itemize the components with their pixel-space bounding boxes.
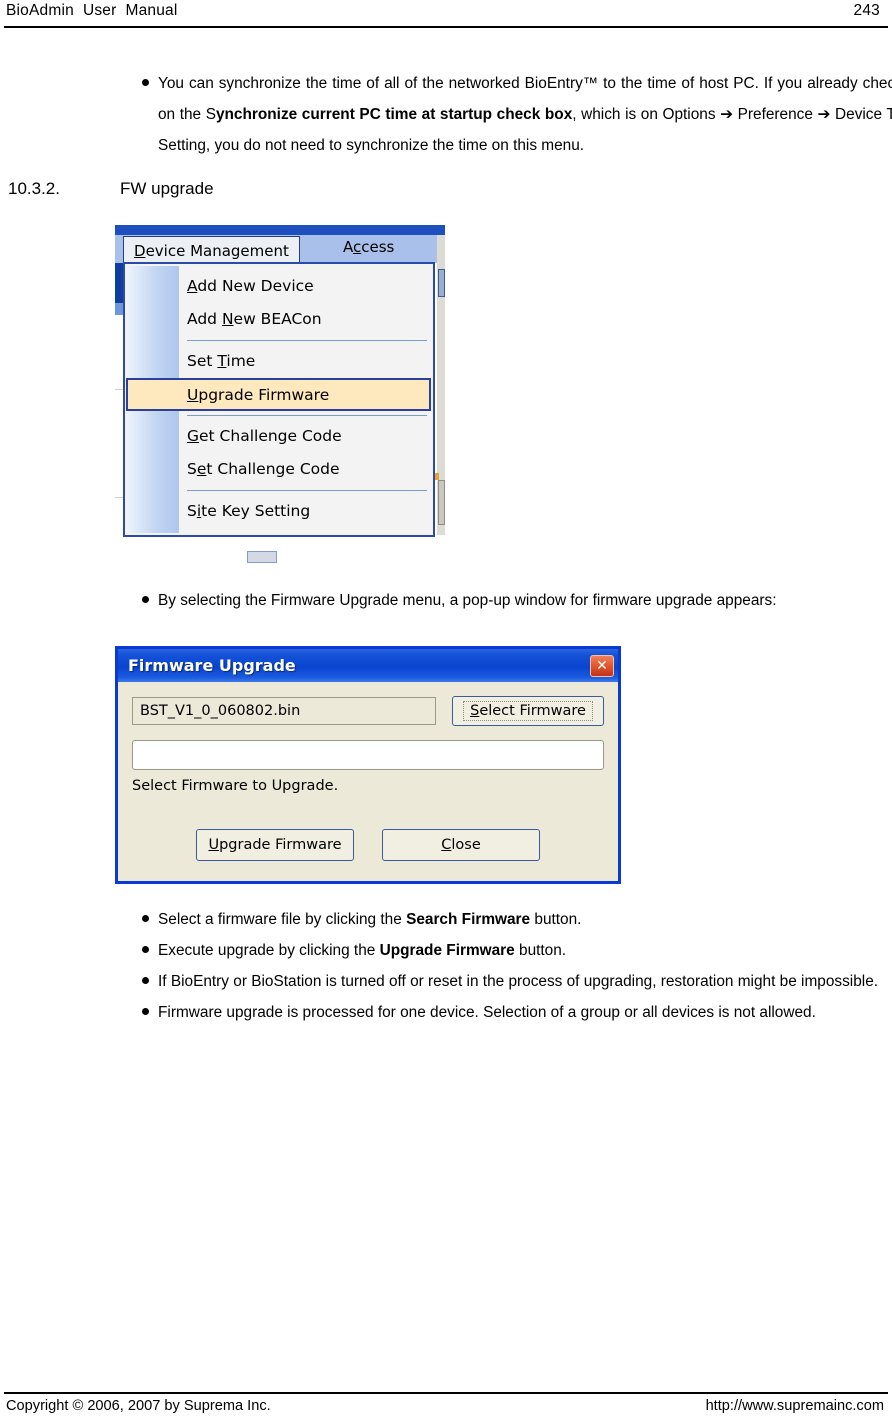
menu-separator <box>187 415 427 416</box>
section-number: 10.3.2. <box>8 179 60 198</box>
menu-item-label-rest: ew BEACon <box>233 310 322 328</box>
bullet-text: If BioEntry or BioStation is turned off … <box>158 973 879 990</box>
figure-firmware-upgrade-dialog: Firmware Upgrade ✕ BST_V1_0_060802.bin S… <box>115 646 621 884</box>
menu-item-list: Add New Device Add New BEACon Set Time U… <box>125 264 433 535</box>
button-accelerator: S <box>470 703 480 719</box>
bullet-text-part1: Execute upgrade by clicking the <box>158 942 380 959</box>
menu-label-rest: cess <box>361 238 395 256</box>
bullet-text-bold1: Search Firmware <box>406 911 531 928</box>
bullet-item-single-device: Firmware upgrade is processed for one de… <box>118 997 892 1028</box>
dropdown-menu: Add New Device Add New BEACon Set Time U… <box>123 262 435 537</box>
bullet-text-bold1: ynchronize current PC time at startup ch… <box>215 106 573 123</box>
bullet-text-part1: Select a firmware file by clicking the <box>158 911 407 928</box>
bullet-text-part2: , which is on Options <box>572 106 721 123</box>
dialog-title-bar: Firmware Upgrade ✕ <box>118 649 618 682</box>
bullet-text-bold1: Upgrade Firmware <box>379 942 515 959</box>
bullet-dot-icon <box>142 915 149 922</box>
page-header: BioAdmin User Manual 243 <box>0 0 892 30</box>
menu-accelerator: G <box>187 427 200 445</box>
button-label-rest: lose <box>451 837 481 853</box>
bullet-item-popup-appears: By selecting the Firmware Upgrade menu, … <box>118 585 892 616</box>
menu-label-rest: evice Management <box>145 242 289 260</box>
header-rule <box>4 26 888 28</box>
menu-item-set-time[interactable]: Set Time <box>125 345 433 378</box>
section-heading: 10.3.2. FW upgrade <box>8 179 892 199</box>
close-icon[interactable]: ✕ <box>590 654 614 677</box>
menu-item-label-pre: Add <box>187 310 222 328</box>
menu-separator <box>187 340 427 341</box>
bullet-dot-icon <box>142 79 149 86</box>
close-button[interactable]: Close <box>382 829 540 861</box>
menu-item-add-new-beacon[interactable]: Add New BEACon <box>125 303 433 336</box>
dialog-body: BST_V1_0_060802.bin Select Firmware Sele… <box>118 682 618 881</box>
bullet-dot-icon <box>142 1008 149 1015</box>
menu-item-label-rest: et Challenge Code <box>199 427 342 445</box>
bullet-item-select-firmware: Select a firmware file by clicking the S… <box>118 904 892 935</box>
bullet-dot-icon <box>142 946 149 953</box>
arrow-icon: ➔ <box>817 106 831 123</box>
menu-accelerator: U <box>187 386 199 404</box>
bullet-text-part3: Preference <box>733 106 818 123</box>
dialog-action-buttons: Upgrade Firmware Close <box>118 829 618 861</box>
background-tab <box>247 551 277 563</box>
menu-item-add-new-device[interactable]: Add New Device <box>125 270 433 303</box>
menu-item-upgrade-firmware[interactable]: Upgrade Firmware <box>126 378 431 411</box>
menu-item-label-pre: S <box>187 460 197 478</box>
footer-website[interactable]: http://www.supremainc.com <box>706 1398 884 1414</box>
dialog-title: Firmware Upgrade <box>128 656 296 675</box>
scrollbar-thumb[interactable] <box>438 269 445 297</box>
bullet-text: By selecting the Firmware Upgrade menu, … <box>158 592 777 609</box>
page-number: 243 <box>853 2 880 19</box>
bullet-item-sync-time: You can synchronize the time of all of t… <box>118 68 892 161</box>
menu-accelerator: D <box>134 242 146 260</box>
menu-item-site-key-setting[interactable]: Site Key Setting <box>125 495 433 528</box>
menu-accelerator: c <box>353 238 362 256</box>
menu-accelerator: e <box>196 460 207 478</box>
bullet-item-execute-upgrade: Execute upgrade by clicking the Upgrade … <box>118 935 892 966</box>
menu-accelerator: A <box>187 277 198 295</box>
bullet-text-part2: button. <box>514 942 567 959</box>
menu-access[interactable]: Access <box>343 238 394 256</box>
page-content: You can synchronize the time of all of t… <box>0 68 892 1028</box>
background-status-strip <box>123 551 435 563</box>
firmware-file-input[interactable]: BST_V1_0_060802.bin <box>132 697 436 725</box>
menu-item-set-challenge-code[interactable]: Set Challenge Code <box>125 453 433 486</box>
button-label-rest: elect Firmware <box>479 703 586 719</box>
select-firmware-button[interactable]: Select Firmware <box>452 696 604 726</box>
footer-copyright: Copyright © 2006, 2007 by Suprema Inc. <box>6 1398 271 1414</box>
button-accelerator: C <box>441 837 452 853</box>
menu-device-management[interactable]: Device Management <box>123 236 300 263</box>
upgrade-firmware-button[interactable]: Upgrade Firmware <box>196 829 354 861</box>
page-footer: Copyright © 2006, 2007 by Suprema Inc. h… <box>0 1386 892 1426</box>
arrow-icon: ➔ <box>720 106 734 123</box>
button-accelerator: U <box>208 837 220 853</box>
menu-item-label-rest: t Challenge Code <box>206 460 340 478</box>
bullet-text: Firmware upgrade is processed for one de… <box>158 1004 816 1021</box>
bullet-dot-icon <box>142 596 149 603</box>
firmware-file-row: BST_V1_0_060802.bin Select Firmware <box>132 696 604 726</box>
menu-label-pre: A <box>343 238 353 256</box>
menu-item-label-rest: te Key Setting <box>201 502 311 520</box>
window-title-strip <box>115 225 445 235</box>
scrollbar-track[interactable] <box>438 480 445 525</box>
button-label-rest: pgrade Firmware <box>219 837 342 853</box>
menu-item-get-challenge-code[interactable]: Get Challenge Code <box>125 420 433 453</box>
menu-accelerator: N <box>221 310 234 328</box>
menu-item-label-rest: dd New Device <box>197 277 314 295</box>
menu-item-label-rest: pgrade Firmware <box>198 386 330 404</box>
figure-device-management-menu: Device Management Access Add New Device … <box>115 225 445 563</box>
bullet-text-part2: button. <box>530 911 582 928</box>
footer-rule <box>4 1392 888 1394</box>
dialog-status-text: Select Firmware to Upgrade. <box>132 778 339 794</box>
menu-item-label-pre: Set <box>187 352 218 370</box>
menu-item-label-rest: ime <box>226 352 256 370</box>
section-title: FW upgrade <box>120 179 214 198</box>
menu-item-label-pre: S <box>187 502 197 520</box>
menu-separator <box>187 490 427 491</box>
bullet-dot-icon <box>142 977 149 984</box>
page-header-title: BioAdmin User Manual <box>6 2 178 19</box>
bullet-item-power-warning: If BioEntry or BioStation is turned off … <box>118 966 892 997</box>
upgrade-progress-field <box>132 740 604 770</box>
select-firmware-button-label: Select Firmware <box>463 701 593 721</box>
